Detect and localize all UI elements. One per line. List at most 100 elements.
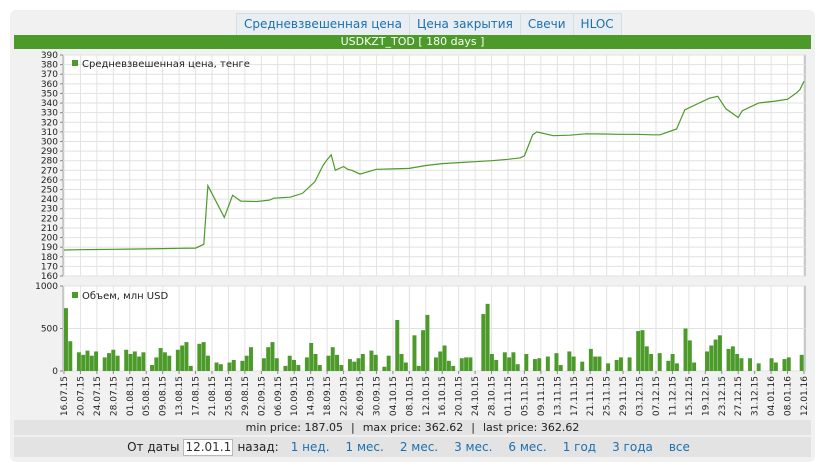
volume-bar — [309, 342, 314, 371]
volume-bar — [180, 345, 185, 371]
price-stats-bar: min price: 187.05 | max price: 362.62 | last… — [14, 420, 811, 435]
volume-bar — [464, 357, 469, 371]
from-date-input[interactable] — [183, 438, 234, 456]
volume-bar — [434, 357, 438, 371]
volume-bar — [649, 354, 654, 371]
volume-bar — [162, 352, 167, 371]
volume-bar — [588, 348, 593, 371]
volume-bar — [201, 342, 206, 371]
max-price: max price: 362.62 — [362, 421, 464, 434]
x-tick-label: 31.12.15 — [751, 376, 761, 416]
volume-bar — [468, 357, 473, 371]
volume-bar — [326, 355, 331, 371]
x-tick-label: 24.10.15 — [471, 376, 481, 416]
volume-bar — [214, 362, 219, 371]
x-tick-label: 25.08.15 — [224, 376, 234, 416]
price-ytick-label: 310 — [41, 128, 58, 138]
volume-bar — [515, 364, 520, 371]
volume-ytick-label: 1000 — [35, 282, 58, 292]
volume-bar — [244, 355, 249, 371]
volume-bar — [197, 343, 202, 371]
x-tick-label: 18.09.15 — [323, 376, 333, 416]
volume-bar — [782, 359, 787, 371]
range-all[interactable]: все — [669, 440, 690, 454]
volume-bar — [369, 350, 374, 371]
x-tick-label: 19.12.15 — [701, 376, 711, 416]
volume-bar — [451, 365, 456, 371]
volume-bar — [188, 365, 193, 371]
volume-bar — [425, 314, 430, 371]
volume-bar — [670, 354, 675, 371]
price-legend-label: Средневзвешенная цена, тенге — [82, 59, 250, 70]
range-3-months[interactable]: 3 мес. — [454, 440, 492, 454]
volume-bar — [532, 359, 537, 371]
volume-bar — [304, 357, 309, 371]
x-tick-label: 22.09.15 — [340, 376, 350, 416]
volume-bar — [597, 356, 602, 371]
volume-bar — [593, 356, 598, 371]
volume-bar — [640, 330, 645, 371]
volume-bar — [726, 348, 731, 371]
price-ytick-label: 210 — [41, 224, 58, 234]
volume-bar — [786, 357, 791, 371]
volume-bar — [619, 357, 623, 371]
price-panel — [62, 54, 806, 277]
volume-bar — [692, 362, 697, 371]
x-tick-label: 27.12.15 — [734, 376, 744, 416]
volume-bar — [167, 355, 172, 371]
x-tick-label: 07.12.15 — [652, 376, 662, 416]
volume-bar — [554, 353, 559, 371]
x-tick-label: 25.11.15 — [603, 376, 613, 416]
x-tick-label: 13.08.15 — [175, 376, 185, 416]
price-legend-swatch — [72, 60, 78, 66]
volume-bar — [730, 346, 735, 371]
volume-bar — [175, 349, 180, 371]
volume-bar — [494, 359, 499, 371]
range-1-year[interactable]: 1 год — [563, 440, 596, 454]
volume-bar — [313, 354, 318, 371]
price-ytick-label: 220 — [41, 214, 58, 224]
range-controls: От даты назад: 1 нед. 1 мес. 2 мес. 3 ме… — [14, 437, 811, 457]
volume-bar — [274, 358, 279, 371]
volume-bar — [545, 356, 550, 371]
volume-bar — [335, 354, 340, 371]
range-6-months[interactable]: 6 мес. — [508, 440, 546, 454]
price-ytick-label: 360 — [41, 80, 58, 90]
volume-bar — [507, 357, 512, 371]
volume-bar — [502, 352, 507, 371]
price-ytick-label: 240 — [41, 195, 58, 205]
volume-legend-label: Объем, млн USD — [82, 291, 168, 302]
volume-bar — [558, 365, 563, 371]
volume-bar — [481, 314, 486, 371]
volume-bar — [571, 356, 576, 371]
volume-bar — [382, 366, 387, 371]
x-tick-label: 04.10.15 — [389, 376, 399, 416]
volume-bar — [231, 359, 236, 371]
volume-bar — [739, 358, 744, 371]
volume-bar — [205, 355, 210, 371]
x-tick-label: 08.01.16 — [784, 376, 794, 416]
range-2-months[interactable]: 2 мес. — [400, 440, 438, 454]
volume-bar — [399, 354, 404, 371]
x-tick-label: 20.07.15 — [76, 376, 86, 416]
price-ytick-label: 230 — [41, 205, 58, 215]
x-tick-label: 17.08.15 — [192, 376, 202, 416]
x-tick-label: 28.07.15 — [109, 376, 119, 416]
volume-bar — [360, 354, 365, 371]
volume-bar — [717, 335, 722, 371]
volume-bar — [154, 357, 159, 371]
volume-bar — [227, 362, 232, 371]
x-tick-label: 04.01.16 — [767, 376, 777, 416]
x-tick-label: 16.10.15 — [438, 376, 448, 416]
range-3-years[interactable]: 3 года — [612, 440, 653, 454]
volume-bar — [421, 330, 426, 371]
volume-bar — [356, 358, 361, 371]
volume-bar — [459, 358, 464, 371]
volume-bar — [756, 363, 761, 371]
range-1-month[interactable]: 1 мес. — [346, 440, 384, 454]
price-ytick-label: 170 — [41, 262, 58, 272]
price-ytick-label: 370 — [41, 70, 58, 80]
range-1-week[interactable]: 1 нед. — [291, 440, 330, 454]
volume-ytick-label: 500 — [41, 325, 58, 335]
volume-bar — [158, 348, 163, 371]
